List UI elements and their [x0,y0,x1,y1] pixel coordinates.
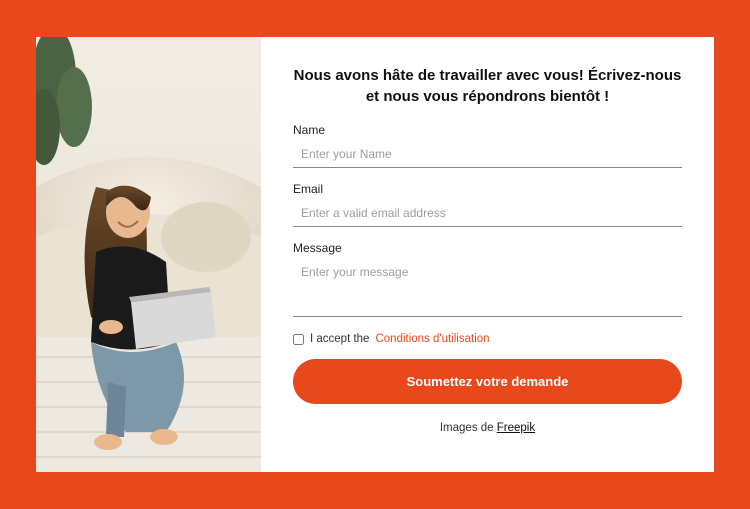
consent-text: I accept the [310,333,369,345]
name-label: Name [293,123,682,137]
message-input[interactable] [293,259,682,317]
image-credit: Images de Freepik [293,422,682,434]
email-input[interactable] [293,200,682,227]
message-label: Message [293,241,682,255]
consent-row: I accept the Conditions d'utilisation [293,333,682,345]
consent-checkbox[interactable] [293,334,304,345]
credit-prefix: Images de [440,422,497,434]
email-label: Email [293,182,682,196]
terms-link[interactable]: Conditions d'utilisation [375,333,489,345]
credit-link[interactable]: Freepik [497,422,535,434]
contact-card: Nous avons hâte de travailler avec vous!… [36,37,714,472]
form-title: Nous avons hâte de travailler avec vous!… [293,65,682,107]
name-input[interactable] [293,141,682,168]
submit-button[interactable]: Soumettez votre demande [293,359,682,404]
form-panel: Nous avons hâte de travailler avec vous!… [261,37,714,472]
hero-image [36,37,261,472]
